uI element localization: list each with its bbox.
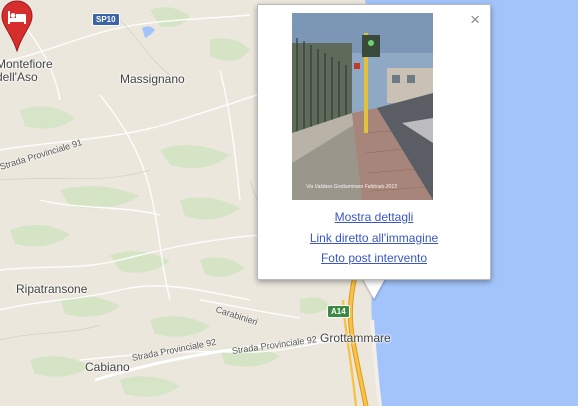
details-link[interactable]: Mostra dettagli xyxy=(258,207,490,228)
sp10-shield: SP10 xyxy=(92,13,120,26)
popup-links: Mostra dettagli Link diretto all'immagin… xyxy=(258,207,490,269)
place-massignano: Massignano xyxy=(120,72,185,86)
place-grottammare: Grottammare xyxy=(320,331,391,345)
direct-link[interactable]: Link diretto all'immagine xyxy=(258,228,490,249)
a14-shield: A14 xyxy=(327,305,350,318)
map-marker[interactable] xyxy=(0,0,34,52)
place-montefiore: Montefiore dell'Aso xyxy=(0,57,53,84)
photo-image xyxy=(292,13,433,200)
post-photo-link[interactable]: Foto post intervento xyxy=(258,248,490,269)
street-photo[interactable]: Via Valdaso Grottammare Febbraio 2013 xyxy=(292,13,433,200)
close-icon[interactable]: × xyxy=(470,11,480,29)
photo-caption: Via Valdaso Grottammare Febbraio 2013 xyxy=(306,184,397,190)
popup-tail xyxy=(362,277,386,299)
place-cabiano: Cabiano xyxy=(85,360,130,374)
info-window: × Via Valdaso Grottammare Febbraio 2013 … xyxy=(257,4,491,280)
place-ripatransone: Ripatransone xyxy=(16,282,88,296)
